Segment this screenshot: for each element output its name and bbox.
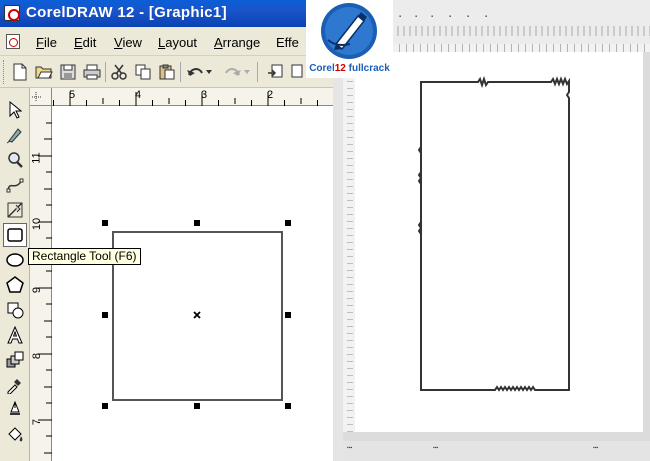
mini-status-item: ▪▪▪ — [347, 445, 353, 451]
handle-bottom-right[interactable] — [285, 403, 291, 409]
smart-fill-tool-icon[interactable] — [3, 198, 27, 222]
menu-view[interactable]: View — [114, 35, 142, 50]
document-icon[interactable] — [6, 34, 20, 49]
copy-icon[interactable] — [132, 61, 154, 83]
menu-layout[interactable]: Layout — [158, 35, 197, 50]
handle-bottom-middle[interactable] — [194, 403, 200, 409]
toolbar-separator — [257, 62, 258, 82]
interactive-blend-tool-icon[interactable] — [3, 348, 27, 372]
mini-menu-item[interactable]: ▪ — [399, 14, 401, 20]
toolbox — [0, 88, 30, 461]
menu-arrange[interactable]: Arrange — [214, 35, 260, 50]
save-icon[interactable] — [57, 61, 79, 83]
vruler-label-8: 8 — [31, 352, 44, 360]
menu-arrange-mnemonic: A — [214, 35, 223, 50]
page-outline-rectangle — [417, 75, 570, 392]
mini-menu-item[interactable]: ▪ — [431, 14, 433, 20]
eyedropper-tool-icon[interactable] — [3, 373, 27, 397]
vruler-label-10: 10 — [31, 217, 44, 231]
handle-top-right[interactable] — [285, 220, 291, 226]
toolbar-separator — [180, 62, 181, 82]
pick-tool-icon[interactable] — [3, 98, 27, 122]
mini-status-item: ▪▪▪ — [433, 445, 439, 451]
vruler-label-9: 9 — [31, 286, 44, 294]
outline-tool-icon[interactable] — [3, 398, 27, 422]
menu-file-rest: ile — [43, 35, 57, 50]
menu-edit-mnemonic: E — [74, 35, 83, 50]
menu-file-mnemonic: F — [36, 35, 44, 50]
rectangle-selection-svg — [102, 220, 291, 409]
fill-tool-icon[interactable] — [3, 423, 27, 447]
zoom-tool-icon[interactable] — [3, 148, 27, 172]
mini-menu-item[interactable]: ▪ — [449, 14, 451, 20]
page-outline-svg — [417, 75, 570, 392]
mini-vertical-scrollbar[interactable] — [643, 52, 650, 432]
redo-dropdown-icon[interactable] — [242, 61, 252, 83]
menu-layout-rest: ayout — [165, 35, 198, 50]
menu-edit-rest: dit — [82, 35, 97, 50]
toolbar-separator — [105, 62, 106, 82]
vruler-label-11: 11 — [30, 152, 43, 164]
handle-middle-left[interactable] — [102, 312, 108, 318]
menu-effects[interactable]: Effe — [276, 35, 299, 50]
basic-shapes-tool-icon[interactable] — [3, 298, 27, 322]
watermark-brand: Corel — [309, 63, 335, 74]
vruler-label-7: 7 — [31, 418, 44, 426]
import-icon[interactable] — [264, 61, 286, 83]
mini-status-item: ▪▪▪ — [593, 445, 599, 451]
mini-property-bar — [391, 26, 650, 36]
watermark-logo: Corel12 fullcrack — [306, 0, 393, 78]
center-x-marker[interactable] — [193, 311, 201, 319]
watermark-version: 12 — [334, 63, 346, 74]
hruler-label-4: 4 — [135, 89, 142, 101]
undo-dropdown-icon[interactable] — [204, 61, 214, 83]
new-icon[interactable] — [9, 61, 31, 83]
horizontal-ruler[interactable]: 5 4 3 2 — [52, 88, 333, 106]
menu-arrange-rest: rrange — [222, 35, 261, 50]
mini-status-bar: ▪▪▪ ▪▪▪ ▪▪▪ — [343, 441, 650, 461]
cut-icon[interactable] — [108, 61, 130, 83]
title-bar: CorelDRAW 12 - [Graphic1] — [0, 0, 333, 27]
mini-horizontal-scrollbar[interactable] — [343, 432, 650, 441]
hruler-label-2: 2 — [267, 89, 274, 101]
window-title: CorelDRAW 12 - [Graphic1] — [26, 4, 227, 21]
rectangle-tool-icon[interactable] — [3, 223, 27, 247]
mini-menu-item[interactable]: ▪ — [467, 14, 469, 20]
corel-balloon-icon — [321, 3, 377, 59]
vertical-ruler[interactable]: 11 10 9 8 7 — [30, 106, 52, 461]
menu-bar: File Edit View Layout Arrange Effe — [0, 27, 333, 56]
mini-menu-item[interactable]: ▪ — [415, 14, 417, 20]
coreldraw-app-icon[interactable] — [4, 5, 20, 21]
ruler-origin[interactable] — [30, 88, 52, 106]
ellipse-tool-icon[interactable] — [3, 248, 27, 272]
paste-icon[interactable] — [156, 61, 178, 83]
handle-top-left[interactable] — [102, 220, 108, 226]
text-tool-icon[interactable] — [3, 323, 27, 347]
menu-view-rest: iew — [122, 35, 142, 50]
handle-middle-right[interactable] — [285, 312, 291, 318]
open-icon[interactable] — [33, 61, 55, 83]
menu-edit[interactable]: Edit — [74, 35, 96, 50]
redo-icon[interactable] — [222, 61, 244, 83]
print-icon[interactable] — [81, 61, 103, 83]
drawing-canvas[interactable] — [52, 106, 333, 461]
polygon-tool-icon[interactable] — [3, 273, 27, 297]
watermark-tagline: fullcrack — [348, 63, 390, 74]
menu-file[interactable]: File — [36, 35, 57, 50]
mini-canvas[interactable] — [355, 52, 643, 432]
shape-tool-icon[interactable] — [3, 123, 27, 147]
mini-menu-item[interactable]: ▪ — [485, 14, 487, 20]
tooltip: Rectangle Tool (F6) — [28, 248, 141, 265]
left-coreldraw-window: CorelDRAW 12 - [Graphic1] File Edit View… — [0, 0, 333, 461]
hruler-label-3: 3 — [201, 89, 208, 101]
undo-icon[interactable] — [184, 61, 206, 83]
watermark-text: Corel12 fullcrack — [306, 63, 393, 74]
standard-toolbar — [0, 56, 333, 88]
freehand-tool-icon[interactable] — [3, 173, 27, 197]
handle-top-middle[interactable] — [194, 220, 200, 226]
handle-bottom-left[interactable] — [102, 403, 108, 409]
toolbar-grip[interactable] — [3, 60, 6, 84]
hruler-label-5: 5 — [69, 89, 76, 101]
mini-vertical-ruler — [347, 52, 353, 432]
